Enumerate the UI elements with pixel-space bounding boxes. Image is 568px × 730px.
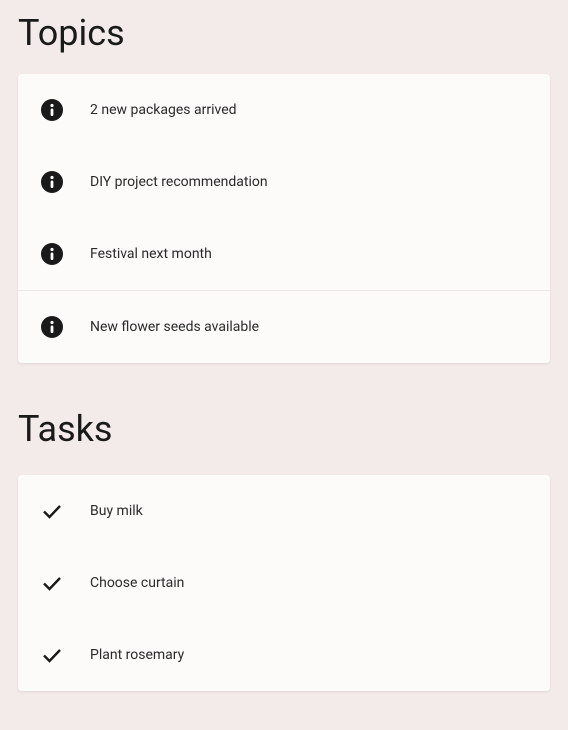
item-label: 2 new packages arrived [90,102,237,118]
item-label: Plant rosemary [90,647,184,663]
tasks-card: Buy milk Choose curtain Plant rosemary [18,475,550,691]
list-item[interactable]: DIY project recommendation [18,146,550,218]
check-icon [40,499,64,523]
topics-card: 2 new packages arrived DIY project recom… [18,74,550,363]
list-item[interactable]: Plant rosemary [18,619,550,691]
info-icon [40,98,64,122]
item-label: Choose curtain [90,575,184,591]
tasks-heading: Tasks [18,408,550,450]
check-icon [40,643,64,667]
item-label: Festival next month [90,246,212,262]
info-icon [40,242,64,266]
item-label: Buy milk [90,503,143,519]
list-item[interactable]: 2 new packages arrived [18,74,550,146]
topics-heading: Topics [18,12,550,54]
list-item[interactable]: Festival next month [18,218,550,290]
info-icon [40,170,64,194]
list-item[interactable]: Buy milk [18,475,550,547]
item-label: DIY project recommendation [90,174,268,190]
check-icon [40,571,64,595]
info-icon [40,315,64,339]
list-item[interactable]: Choose curtain [18,547,550,619]
list-item[interactable]: New flower seeds available [18,290,550,363]
item-label: New flower seeds available [90,319,259,335]
